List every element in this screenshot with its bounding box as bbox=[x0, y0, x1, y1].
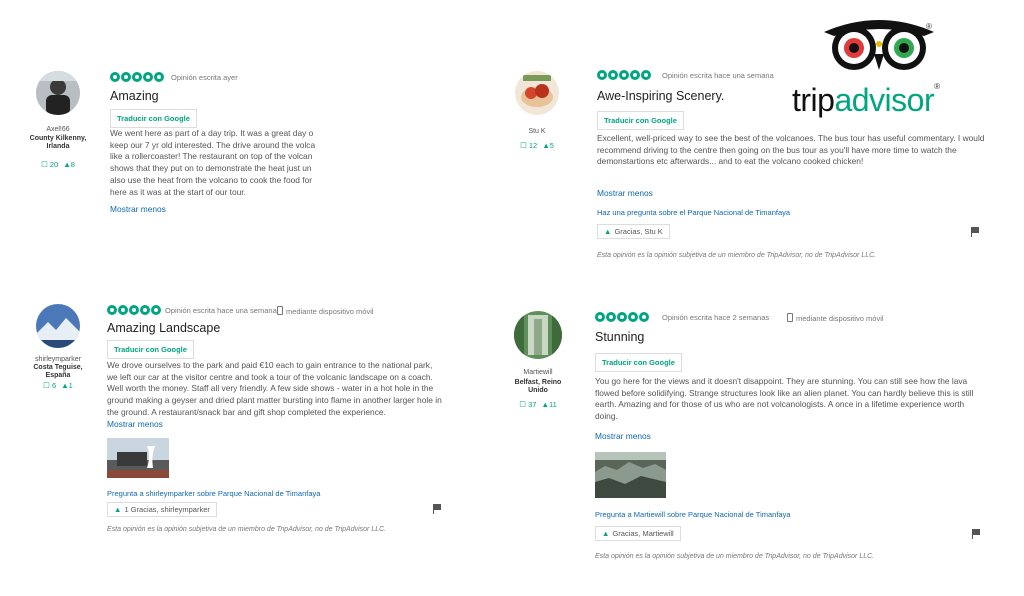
helpful-count: 8 bbox=[70, 160, 75, 169]
phone-icon bbox=[277, 306, 283, 315]
review-date: Opinión escrita hace 2 semanas bbox=[662, 313, 770, 322]
review-count: 20 bbox=[49, 160, 59, 169]
translate-button[interactable]: Traducir con Google bbox=[595, 353, 682, 372]
username[interactable]: Martiewill bbox=[508, 369, 568, 376]
review-title[interactable]: Stunning bbox=[595, 330, 644, 344]
report-flag-icon[interactable] bbox=[433, 504, 441, 514]
thumbs-up-icon: ▲ bbox=[114, 505, 122, 514]
review-count: 37 bbox=[528, 400, 537, 409]
user-stats: ☐ 12 ▲5 bbox=[507, 141, 567, 150]
review-photo[interactable] bbox=[595, 452, 666, 498]
thumbs-up-icon: ▲ bbox=[604, 227, 612, 236]
ask-question-link[interactable]: Pregunta a shirleymparker sobre Parque N… bbox=[107, 489, 320, 498]
owl-logo-icon bbox=[824, 20, 934, 70]
username[interactable]: Axel!66 bbox=[28, 126, 88, 133]
device-note: mediante dispositivo móvil bbox=[277, 306, 374, 316]
avatar[interactable] bbox=[514, 311, 562, 359]
thanks-button[interactable]: ▲ Gracias, Martiewill bbox=[595, 526, 681, 541]
disclaimer: Esta opinión es la opinión subjetiva de … bbox=[595, 553, 875, 560]
review-count-icon: ☐ bbox=[43, 381, 50, 390]
thanks-button[interactable]: ▲ 1 Gracias, shirleymparker bbox=[107, 502, 217, 517]
username[interactable]: Stu K bbox=[507, 128, 567, 135]
rating-bubbles bbox=[595, 312, 649, 323]
tripadvisor-wordmark: tripadvisor® bbox=[792, 82, 940, 119]
review-count-icon: ☐ bbox=[520, 141, 527, 150]
ask-question-link[interactable]: Pregunta a Martiewill sobre Parque Nacio… bbox=[595, 510, 791, 519]
review-count: 6 bbox=[51, 381, 57, 390]
user-stats: ☐ 37 ▲11 bbox=[508, 400, 568, 409]
rating-bubbles bbox=[107, 305, 161, 316]
tripadvisor-logo: ® tripadvisor® bbox=[790, 14, 960, 124]
review-date: Opinión escrita hace una semana bbox=[165, 306, 277, 315]
review-count-icon: ☐ bbox=[519, 400, 526, 409]
ask-question-link[interactable]: Haz una pregunta sobre el Parque Naciona… bbox=[597, 208, 790, 217]
review-body: Excellent, well-priced way to see the be… bbox=[597, 133, 985, 167]
avatar[interactable] bbox=[515, 71, 559, 115]
helpful-count: 5 bbox=[549, 141, 554, 150]
show-less-link[interactable]: Mostrar menos bbox=[595, 431, 651, 441]
registered-mark-top: ® bbox=[926, 22, 932, 31]
disclaimer: Esta opinión es la opinión subjetiva de … bbox=[597, 252, 877, 259]
review-date: Opinión escrita hace una semana bbox=[662, 71, 774, 80]
review-date: Opinión escrita ayer bbox=[171, 73, 238, 82]
thumbs-up-icon: ▲ bbox=[542, 141, 550, 150]
show-less-link[interactable]: Mostrar menos bbox=[597, 188, 653, 198]
disclaimer: Esta opinión es la opinión subjetiva de … bbox=[107, 526, 387, 533]
device-note: mediante dispositivo móvil bbox=[787, 313, 884, 323]
helpful-count: 11 bbox=[548, 400, 557, 409]
review-photo[interactable] bbox=[107, 438, 169, 478]
phone-icon bbox=[787, 313, 793, 322]
review-body: You go here for the views and it doesn't… bbox=[595, 376, 974, 422]
thumbs-up-icon: ▲ bbox=[61, 381, 69, 390]
translate-button[interactable]: Traducir con Google bbox=[110, 109, 197, 128]
show-less-link[interactable]: Mostrar menos bbox=[107, 419, 163, 429]
translate-button[interactable]: Traducir con Google bbox=[597, 111, 684, 130]
user-location: Costa Teguise, España bbox=[33, 364, 83, 379]
username[interactable]: shirleymparker bbox=[28, 356, 88, 363]
thanks-button[interactable]: ▲ Gracias, Stu K bbox=[597, 224, 670, 239]
thumbs-up-icon: ▲ bbox=[541, 400, 549, 409]
review-count-icon: ☐ bbox=[41, 160, 48, 169]
user-stats: ☐ 20 ▲8 bbox=[28, 160, 88, 169]
avatar[interactable] bbox=[36, 71, 80, 115]
translate-button[interactable]: Traducir con Google bbox=[107, 340, 194, 359]
user-location: County Kilkenny, Irlanda bbox=[29, 135, 87, 150]
report-flag-icon[interactable] bbox=[971, 227, 979, 237]
thumbs-up-icon: ▲ bbox=[63, 160, 71, 169]
review-title[interactable]: Amazing bbox=[110, 89, 159, 103]
avatar[interactable] bbox=[36, 304, 80, 348]
rating-bubbles bbox=[597, 70, 651, 81]
review-body: We went here as part of a day trip. It w… bbox=[110, 128, 316, 197]
wordmark-trip: trip bbox=[792, 82, 835, 118]
registered-mark: ® bbox=[934, 82, 940, 91]
wordmark-advisor: advisor bbox=[834, 82, 935, 118]
review-title[interactable]: Awe-Inspiring Scenery. bbox=[597, 89, 724, 103]
user-location: Belfast, Reino Unido bbox=[514, 379, 562, 394]
thumbs-up-icon: ▲ bbox=[602, 529, 610, 538]
rating-bubbles bbox=[110, 72, 164, 83]
review-count: 12 bbox=[528, 141, 538, 150]
show-less-link[interactable]: Mostrar menos bbox=[110, 204, 166, 214]
user-stats: ☐ 6 ▲1 bbox=[28, 381, 88, 390]
report-flag-icon[interactable] bbox=[972, 529, 980, 539]
review-title[interactable]: Amazing Landscape bbox=[107, 321, 220, 335]
helpful-count: 1 bbox=[68, 381, 73, 390]
review-body: We drove ourselves to the park and paid … bbox=[107, 360, 442, 417]
